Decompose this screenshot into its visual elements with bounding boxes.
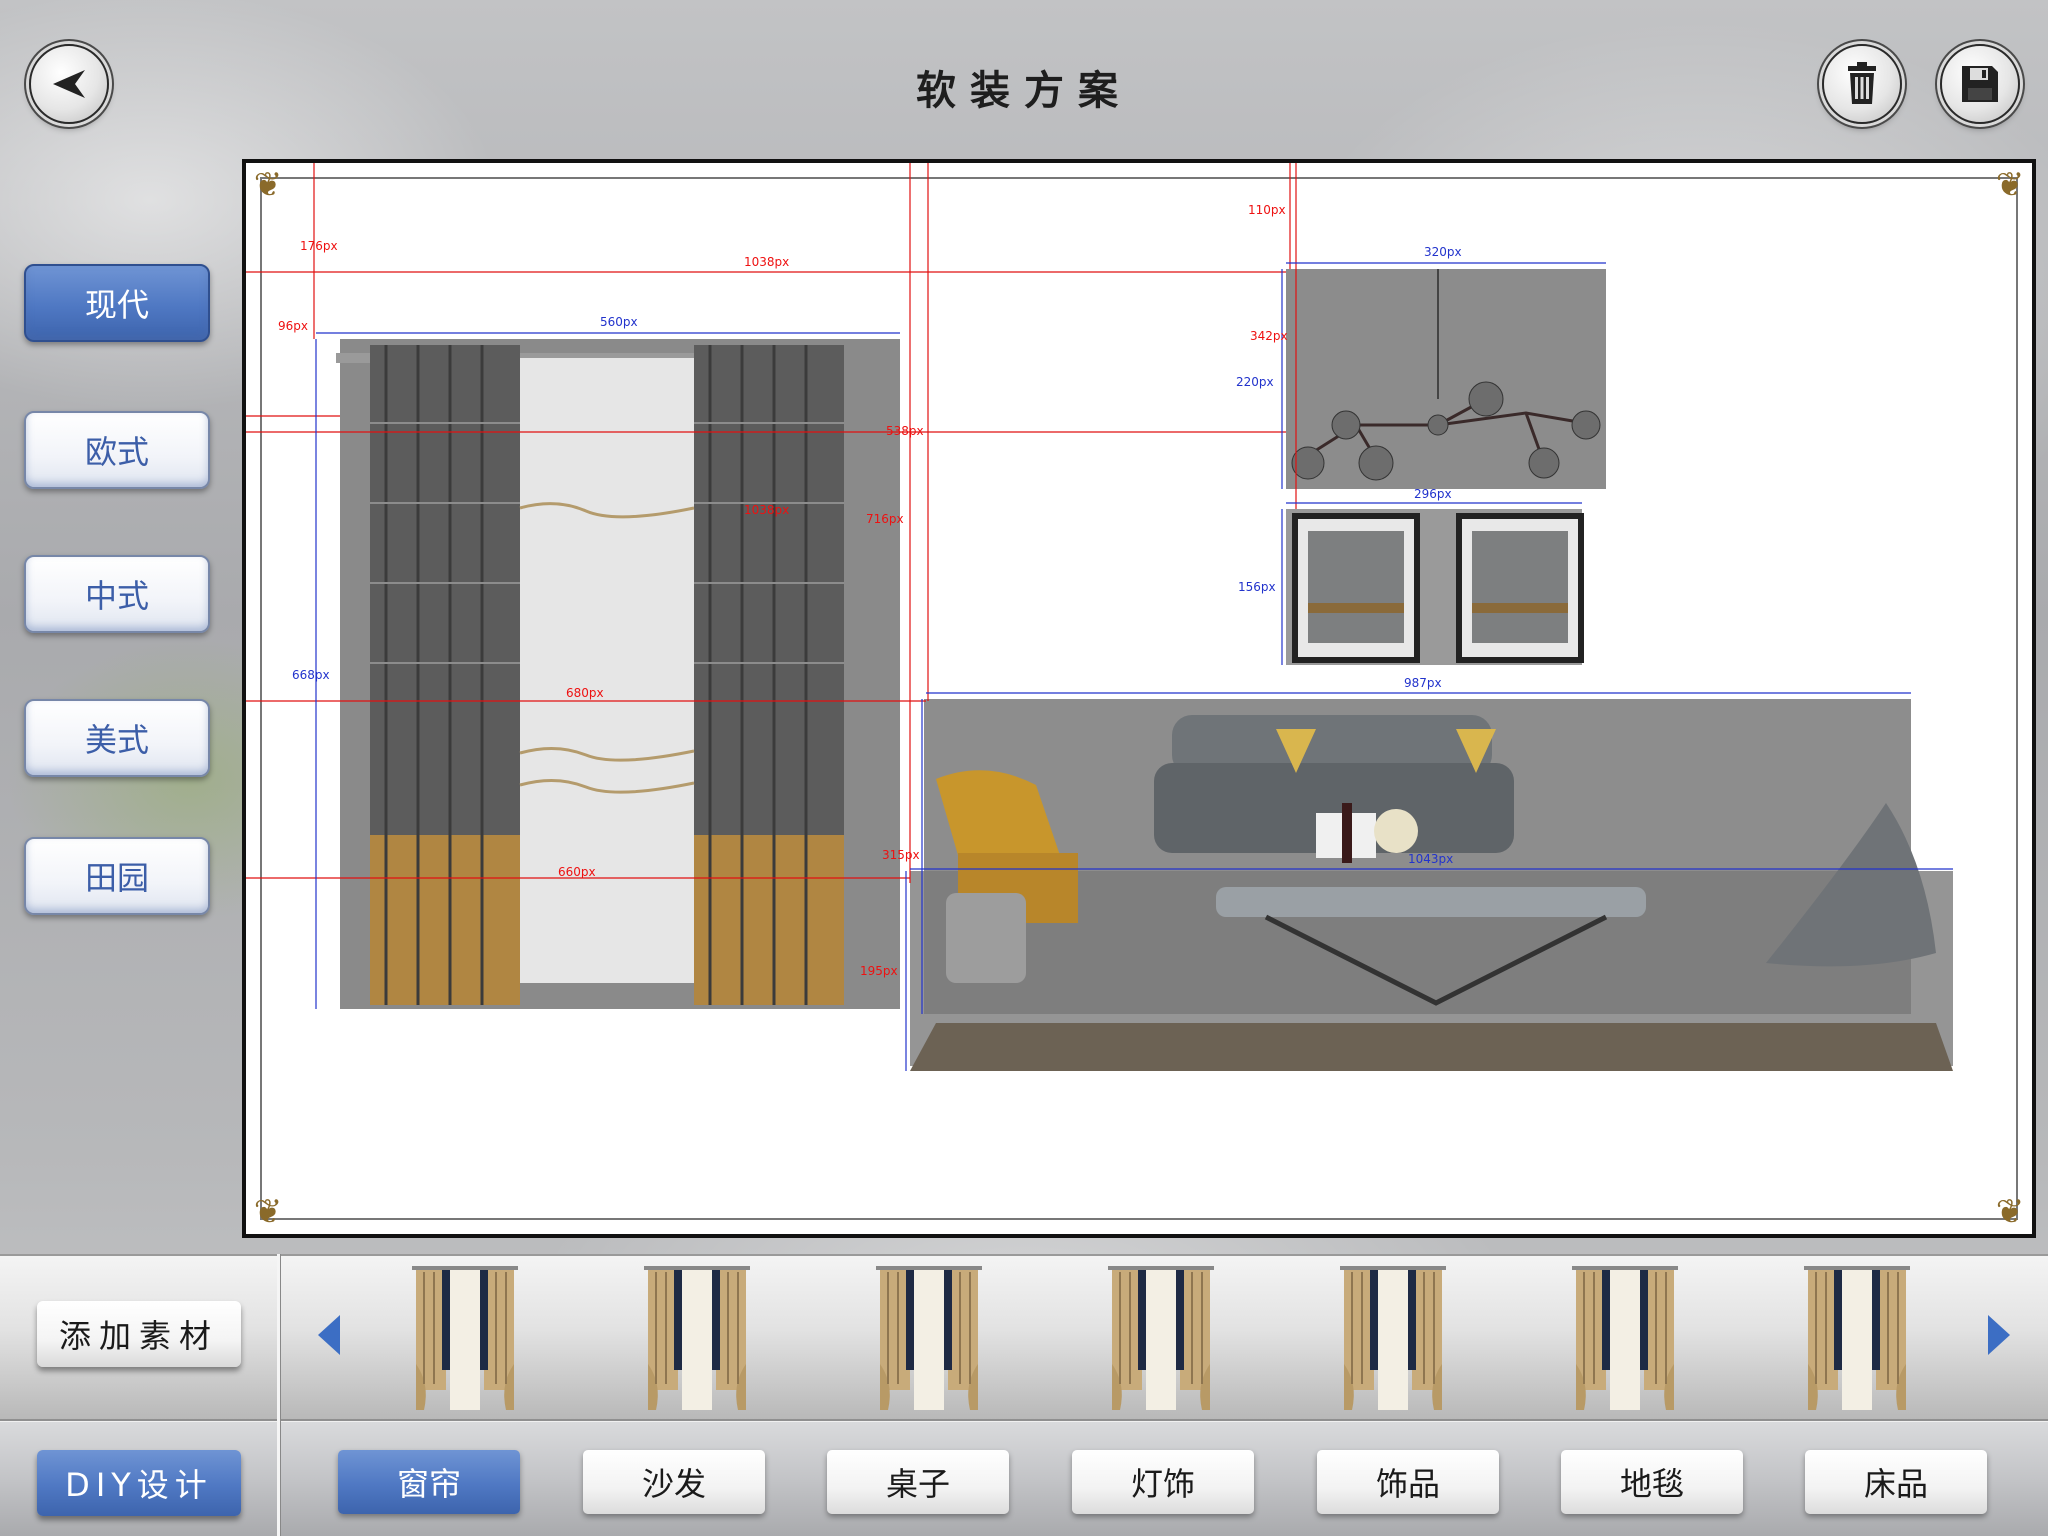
category-lighting[interactable]: 灯饰 (1072, 1450, 1254, 1514)
category-curtains[interactable]: 窗帘 (338, 1450, 520, 1514)
curtain-thumbnail[interactable] (642, 1264, 752, 1412)
measure-label: 1043px (1408, 852, 1453, 866)
measure-label: 342px (1250, 329, 1288, 343)
curtain-thumbnail[interactable] (1338, 1264, 1448, 1412)
scroll-left-arrow-icon[interactable] (314, 1313, 344, 1357)
category-tables[interactable]: 桌子 (827, 1450, 1009, 1514)
diy-design-button[interactable]: DIY设计 (37, 1450, 241, 1516)
scroll-right-arrow-icon[interactable] (1984, 1313, 2014, 1357)
style-button-modern[interactable]: 现代 (24, 264, 210, 342)
measure-label: 1038px (744, 255, 789, 269)
style-button-chinese[interactable]: 中式 (24, 555, 210, 633)
measure-label: 320px (1424, 245, 1462, 259)
measure-label: 110px (1248, 203, 1286, 217)
category-bedding[interactable]: 床品 (1805, 1450, 1987, 1514)
curtain-thumbnail[interactable] (410, 1264, 520, 1412)
measure-label: 176px (300, 239, 338, 253)
divider (0, 1419, 2048, 1421)
canvas-scene: 176px 1038px 96px 110px 342px 538px 1038… (246, 163, 1953, 1071)
trash-icon (1848, 62, 1876, 104)
measure-label: 220px (1236, 375, 1274, 389)
measure-label: 195px (860, 964, 898, 978)
curtain-thumbnail[interactable] (1106, 1264, 1216, 1412)
curtain-thumbnail[interactable] (1802, 1264, 1912, 1412)
sofa-item[interactable] (910, 699, 1953, 1071)
curtain-item[interactable] (336, 339, 900, 1009)
page-title: 软装方案 (916, 68, 1132, 114)
measure-label: 1038px (744, 503, 789, 517)
divider (277, 1254, 280, 1536)
measure-label: 156px (1238, 580, 1276, 594)
measure-label: 660px (558, 865, 596, 879)
category-decor[interactable]: 饰品 (1317, 1450, 1499, 1514)
category-sofas[interactable]: 沙发 (583, 1450, 765, 1514)
measure-label: 315px (882, 848, 920, 862)
measure-label: 668px (292, 668, 330, 682)
back-button[interactable] (29, 44, 109, 124)
wall-art-item[interactable] (1286, 509, 1584, 665)
save-button[interactable] (1940, 44, 2020, 124)
style-button-european[interactable]: 欧式 (24, 411, 210, 489)
curtain-thumbnail[interactable] (1570, 1264, 1680, 1412)
delete-button[interactable] (1822, 44, 1902, 124)
floppy-disk-icon (1962, 66, 1998, 102)
back-arrow-icon (53, 70, 85, 98)
curtain-thumbnail[interactable] (874, 1264, 984, 1412)
design-canvas[interactable]: ❦ ❦ ❦ ❦ 176px 1038px 96px 110px 342px 53… (242, 159, 2036, 1238)
chandelier-item[interactable] (1286, 269, 1606, 489)
measure-label: 680px (566, 686, 604, 700)
material-thumbnail-bar (0, 1254, 2048, 1420)
measure-label: 296px (1414, 487, 1452, 501)
add-material-button[interactable]: 添加素材 (37, 1301, 241, 1367)
measure-label: 987px (1404, 676, 1442, 690)
category-rugs[interactable]: 地毯 (1561, 1450, 1743, 1514)
measure-label: 96px (278, 319, 308, 333)
measure-label: 560px (600, 315, 638, 329)
style-button-american[interactable]: 美式 (24, 699, 210, 777)
measure-label: 716px (866, 512, 904, 526)
measure-label: 538px (886, 424, 924, 438)
style-button-pastoral[interactable]: 田园 (24, 837, 210, 915)
